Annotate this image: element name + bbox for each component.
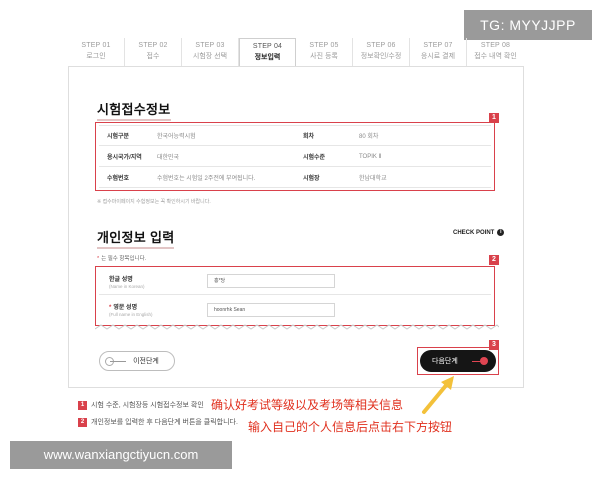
step-number: STEP 07 <box>423 42 453 49</box>
table-key: 시험수준 <box>303 154 326 161</box>
step-01: STEP 01 로그인 <box>68 38 125 66</box>
step-number: STEP 04 <box>252 43 283 50</box>
form-row-korean-name: 한글 성명 (Name in Korean) 홍*당 <box>99 268 491 295</box>
annotation-text-2: 输入自己的个人信息后点击右下方按钮 <box>248 420 453 434</box>
required-star-icon: * <box>97 256 100 262</box>
step-number: STEP 01 <box>81 42 111 49</box>
step-02: STEP 02 접수 <box>125 38 182 66</box>
table-row: 응시국가/지역 대한민국 시험수준 TOPIK Ⅱ <box>99 146 491 167</box>
table-key: 회차 <box>303 134 315 140</box>
field-label-sub: (Full name in English) <box>109 312 153 317</box>
legend-badge: 1 <box>78 400 87 410</box>
table-key: 수험번호 <box>107 175 130 182</box>
table-key: 시험장 <box>303 175 320 182</box>
legend-item-2: 2 개인정보를 입력한 후 다음단계 버튼을 클릭합니다. <box>78 417 238 427</box>
table-value: TOPIK Ⅱ <box>359 153 382 160</box>
line-icon <box>110 361 126 362</box>
table-value: 한남대학교 <box>359 175 387 182</box>
required-note: * 는 필수 항목입니다. <box>97 254 146 262</box>
step-label: 시험장 선택 <box>192 53 228 60</box>
exam-info-note: ※ 접수마이페이지 수험정보는 꼭 확인하시기 바랍니다. <box>97 199 211 205</box>
step-05: STEP 05 사진 등록 <box>296 38 353 66</box>
watermark-url: www.wanxiangctiyucn.com <box>10 441 232 469</box>
step-08: STEP 08 접수 내역 확인 <box>467 38 524 66</box>
field-label: * 영문 성명 (Full name in English) <box>99 302 207 317</box>
watermark-tg: TG: MYYJJPP <box>464 10 592 40</box>
highlight-badge-3: 3 <box>489 340 499 350</box>
step-label: 정보입력 <box>254 54 281 61</box>
legend-text: 시험 수준, 시험장등 시험접수정보 확인 <box>91 402 204 409</box>
exam-info-title-text: 시험접수정보 <box>97 102 171 117</box>
table-value: 80 회차 <box>359 134 379 140</box>
table-row: 수험번호 수험번호는 시험일 2주전에 부여됩니다. 시험장 한남대학교 <box>99 167 491 188</box>
personal-info-title: 개인정보 입력 <box>97 227 175 249</box>
step-06: STEP 06 정보확인/수정 <box>353 38 410 66</box>
check-point-link[interactable]: CHECK POINT i <box>453 229 505 236</box>
info-icon: i <box>497 229 505 236</box>
step-label: 정보확인/수정 <box>360 53 402 60</box>
step-label: 사진 등록 <box>310 53 338 60</box>
main-panel: 시험접수정보 1 시험구분 한국어능력시험 회차 80 회차 응시국가/지역 대… <box>68 66 524 388</box>
step-number: STEP 06 <box>366 42 396 49</box>
next-step-label: 다음단계 <box>432 358 458 365</box>
prev-step-label: 이전단계 <box>133 358 159 365</box>
step-label: 응시료 결제 <box>420 53 456 60</box>
legend-text: 개인정보를 입력한 후 다음단계 버튼을 클릭합니다. <box>91 419 238 426</box>
step-07: STEP 07 응시료 결제 <box>410 38 467 66</box>
step-number: STEP 05 <box>309 42 339 49</box>
field-label-text: 영문 성명 <box>113 305 138 311</box>
title-underline <box>97 247 175 249</box>
step-progress-bar: STEP 01 로그인 STEP 02 접수 STEP 03 시험장 선택 STEP … <box>68 38 524 66</box>
torn-edge-divider <box>95 324 499 330</box>
next-step-button[interactable]: 다음단계 <box>420 350 496 372</box>
dot-icon <box>480 357 488 365</box>
form-row-english-name: * 영문 성명 (Full name in English) hoonrhk Se… <box>99 296 491 323</box>
table-key: 시험구분 <box>107 134 130 140</box>
table-value: 대한민국 <box>157 154 180 161</box>
highlight-badge-2: 2 <box>489 255 499 265</box>
step-03: STEP 03 시험장 선택 <box>182 38 239 66</box>
legend-item-1: 1 시험 수준, 시험장등 시험접수정보 확인 <box>78 400 204 410</box>
check-point-label: CHECK POINT <box>453 229 495 236</box>
korean-name-input[interactable]: 홍*당 <box>207 274 335 288</box>
field-label-main: * 영문 성명 <box>109 302 207 311</box>
personal-info-title-text: 개인정보 입력 <box>97 230 175 245</box>
field-label-main: 한글 성명 <box>109 276 133 283</box>
exam-info-table: 시험구분 한국어능력시험 회차 80 회차 응시국가/지역 대한민국 시험수준 … <box>99 125 491 188</box>
table-row: 시험구분 한국어능력시험 회차 80 회차 <box>99 125 491 146</box>
table-value: 한국어능력시험 <box>157 134 196 140</box>
required-star-icon: * <box>109 305 112 311</box>
field-label-sub: (Name in Korean) <box>109 283 145 289</box>
step-label: 접수 <box>146 53 160 60</box>
step-04-active: STEP 04 정보입력 <box>239 38 296 66</box>
title-underline <box>97 119 171 121</box>
pointer-arrow-icon <box>422 376 454 414</box>
table-value: 수험번호는 시험일 2주전에 부여됩니다. <box>157 175 256 182</box>
step-number: STEP 03 <box>195 42 225 49</box>
step-label: 접수 내역 확인 <box>474 53 517 60</box>
legend-badge: 2 <box>78 417 87 427</box>
english-name-input[interactable]: hoonrhk Sean <box>207 302 335 317</box>
prev-step-button[interactable]: 이전단계 <box>99 351 175 371</box>
step-number: STEP 08 <box>480 42 511 49</box>
highlight-badge-1: 1 <box>489 113 499 123</box>
annotation-text-1: 确认好考试等级以及考场等相关信息 <box>211 398 404 412</box>
required-note-text: 는 필수 항목입니다. <box>101 256 147 262</box>
step-label: 로그인 <box>86 53 106 60</box>
exam-info-title: 시험접수정보 <box>97 99 171 121</box>
table-key: 응시국가/지역 <box>107 154 142 161</box>
step-number: STEP 02 <box>138 42 168 49</box>
field-label: 한글 성명 (Name in Korean) <box>99 274 207 289</box>
